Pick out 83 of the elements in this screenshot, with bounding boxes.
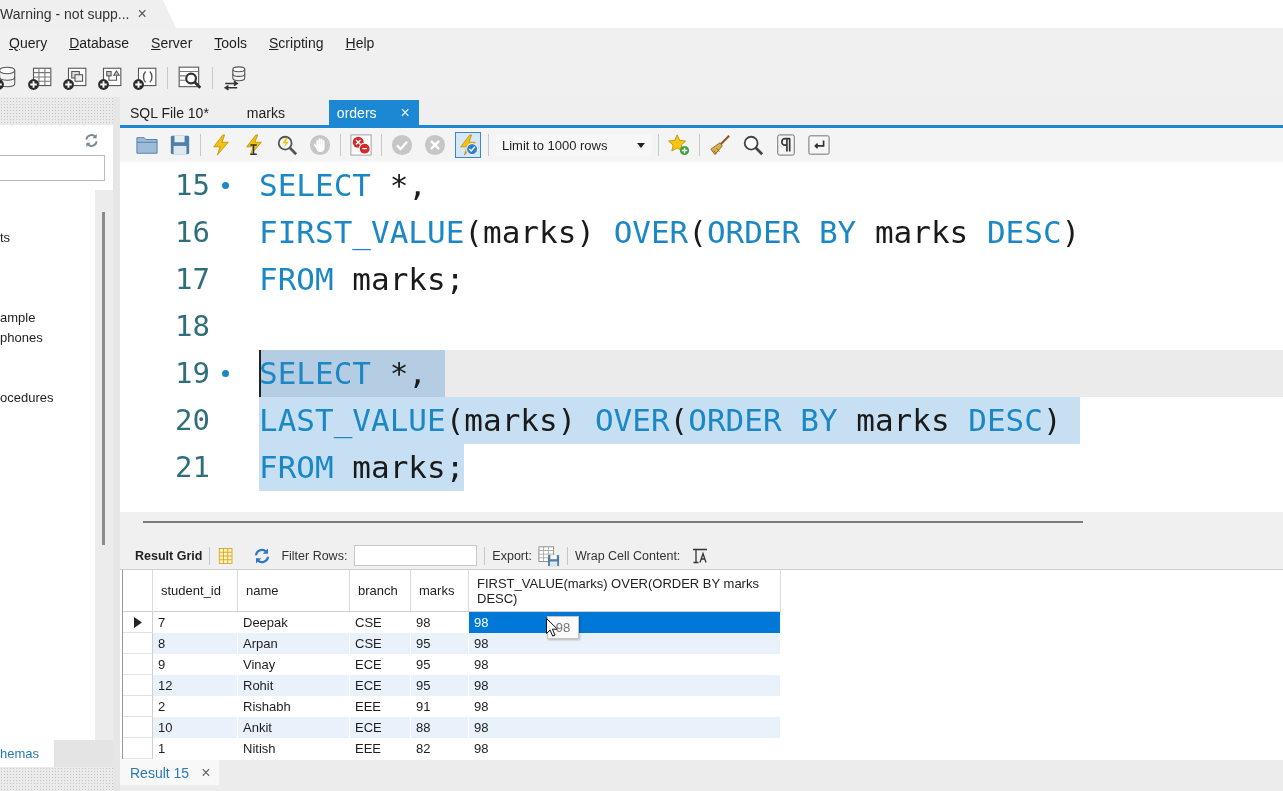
tree-item[interactable]: ts xyxy=(0,228,95,248)
menu-item[interactable]: Scripting xyxy=(258,33,335,53)
lightning-cursor-icon[interactable] xyxy=(243,134,265,156)
line-number: 19 xyxy=(174,355,210,392)
close-button[interactable]: × xyxy=(400,104,410,121)
table-cell: Ankit xyxy=(238,717,350,738)
column-header[interactable]: student_id xyxy=(153,570,238,612)
grid-columns-icon[interactable] xyxy=(217,546,236,565)
table-cell: 8 xyxy=(153,633,238,654)
table-cell: 88 xyxy=(411,717,469,738)
database-arrows-icon[interactable] xyxy=(222,64,248,91)
code-line: FIRST_VALUE(marks) OVER(ORDER BY marks DESC) xyxy=(259,213,1081,253)
menu-item[interactable]: Database xyxy=(58,33,141,53)
scrollbar-thumb[interactable] xyxy=(143,521,1083,523)
line-number: 15 xyxy=(174,167,210,204)
navigator-tab[interactable]: hemas xyxy=(0,740,54,767)
pilcrow-icon[interactable] xyxy=(775,134,797,156)
editor-tab[interactable]: SQL File 10* xyxy=(122,100,239,125)
magnifier-lightning-icon[interactable] xyxy=(276,134,298,156)
column-header[interactable]: FIRST_VALUE(marks) OVER(ORDER BY marks DESC) xyxy=(469,570,781,612)
star-plus-icon[interactable] xyxy=(668,134,690,156)
column-header[interactable]: marks xyxy=(411,570,469,612)
table-cell: 1 xyxy=(153,738,238,759)
refresh-icon[interactable] xyxy=(84,132,99,148)
scrollbar-thumb[interactable] xyxy=(102,212,105,545)
line-number: 18 xyxy=(174,308,210,345)
table-cell: 10 xyxy=(153,717,238,738)
wrap-cell-label: Wrap Cell Content: xyxy=(574,548,681,563)
lightning-icon[interactable] xyxy=(210,134,232,156)
line-number: 21 xyxy=(174,449,210,486)
save-icon[interactable] xyxy=(169,134,191,156)
table-cell: EEE xyxy=(350,738,411,759)
search-field[interactable] xyxy=(0,155,105,181)
result-grid-label[interactable]: Result Grid xyxy=(135,548,203,563)
filter-input[interactable] xyxy=(354,545,478,566)
search-icon[interactable] xyxy=(742,134,764,156)
table-search-icon[interactable] xyxy=(177,64,203,91)
table-cell: Nitish xyxy=(238,738,350,759)
tree-item[interactable]: ample xyxy=(0,308,95,328)
table-cell: 98 xyxy=(469,675,781,696)
menu-item[interactable]: Help xyxy=(334,33,386,53)
table-cell: 12 xyxy=(153,675,238,696)
editor-tab[interactable]: marks xyxy=(238,100,329,125)
code-line: FROM marks; xyxy=(259,260,465,299)
result-tab[interactable]: Result 15 × xyxy=(120,760,219,785)
text-wrap-icon[interactable] xyxy=(692,547,709,564)
refresh-icon[interactable] xyxy=(253,546,272,565)
broom-icon[interactable] xyxy=(709,134,731,156)
table-cell: 95 xyxy=(411,633,469,654)
line-number: 16 xyxy=(174,214,210,251)
stop-circles-icon[interactable] xyxy=(350,134,372,156)
database-plus-icon[interactable] xyxy=(0,64,18,91)
document-tab[interactable]: Warning - not supp... × xyxy=(0,0,176,28)
table-cell: 82 xyxy=(411,738,469,759)
table-cell: 98 xyxy=(469,738,781,759)
editor-tab[interactable]: orders × xyxy=(328,100,419,125)
export-icon[interactable] xyxy=(537,544,560,567)
line-number: 17 xyxy=(174,261,210,298)
code-line: SELECT *, xyxy=(259,166,427,205)
table-cell: Arpan xyxy=(238,633,350,654)
table-cell: CSE xyxy=(350,633,411,654)
menu-item[interactable]: Server xyxy=(140,33,204,53)
table-cell: 98 xyxy=(469,717,781,738)
folder-icon[interactable] xyxy=(136,134,158,156)
menu-item[interactable]: Query xyxy=(0,33,59,53)
row-header[interactable] xyxy=(123,612,153,633)
column-header[interactable]: name xyxy=(238,570,350,612)
line-number: 20 xyxy=(174,402,210,439)
filter-label: Filter Rows: xyxy=(281,548,348,563)
row-pointer-icon xyxy=(133,616,142,628)
tree-item[interactable]: phones xyxy=(0,328,95,348)
table-cell: ECE xyxy=(350,675,411,696)
table-cell: 95 xyxy=(411,675,469,696)
column-header[interactable]: branch xyxy=(350,570,411,612)
table-cell: 98 xyxy=(469,633,781,654)
table-cell: ECE xyxy=(350,717,411,738)
table-cell: Rohit xyxy=(238,675,350,696)
export-label: Export: xyxy=(492,548,532,563)
caret-icon xyxy=(637,142,645,148)
tree-item[interactable]: ocedures xyxy=(0,388,95,408)
close-button[interactable]: × xyxy=(137,6,147,22)
close-button[interactable]: × xyxy=(201,764,211,781)
menu-item[interactable]: Tools xyxy=(203,33,258,53)
